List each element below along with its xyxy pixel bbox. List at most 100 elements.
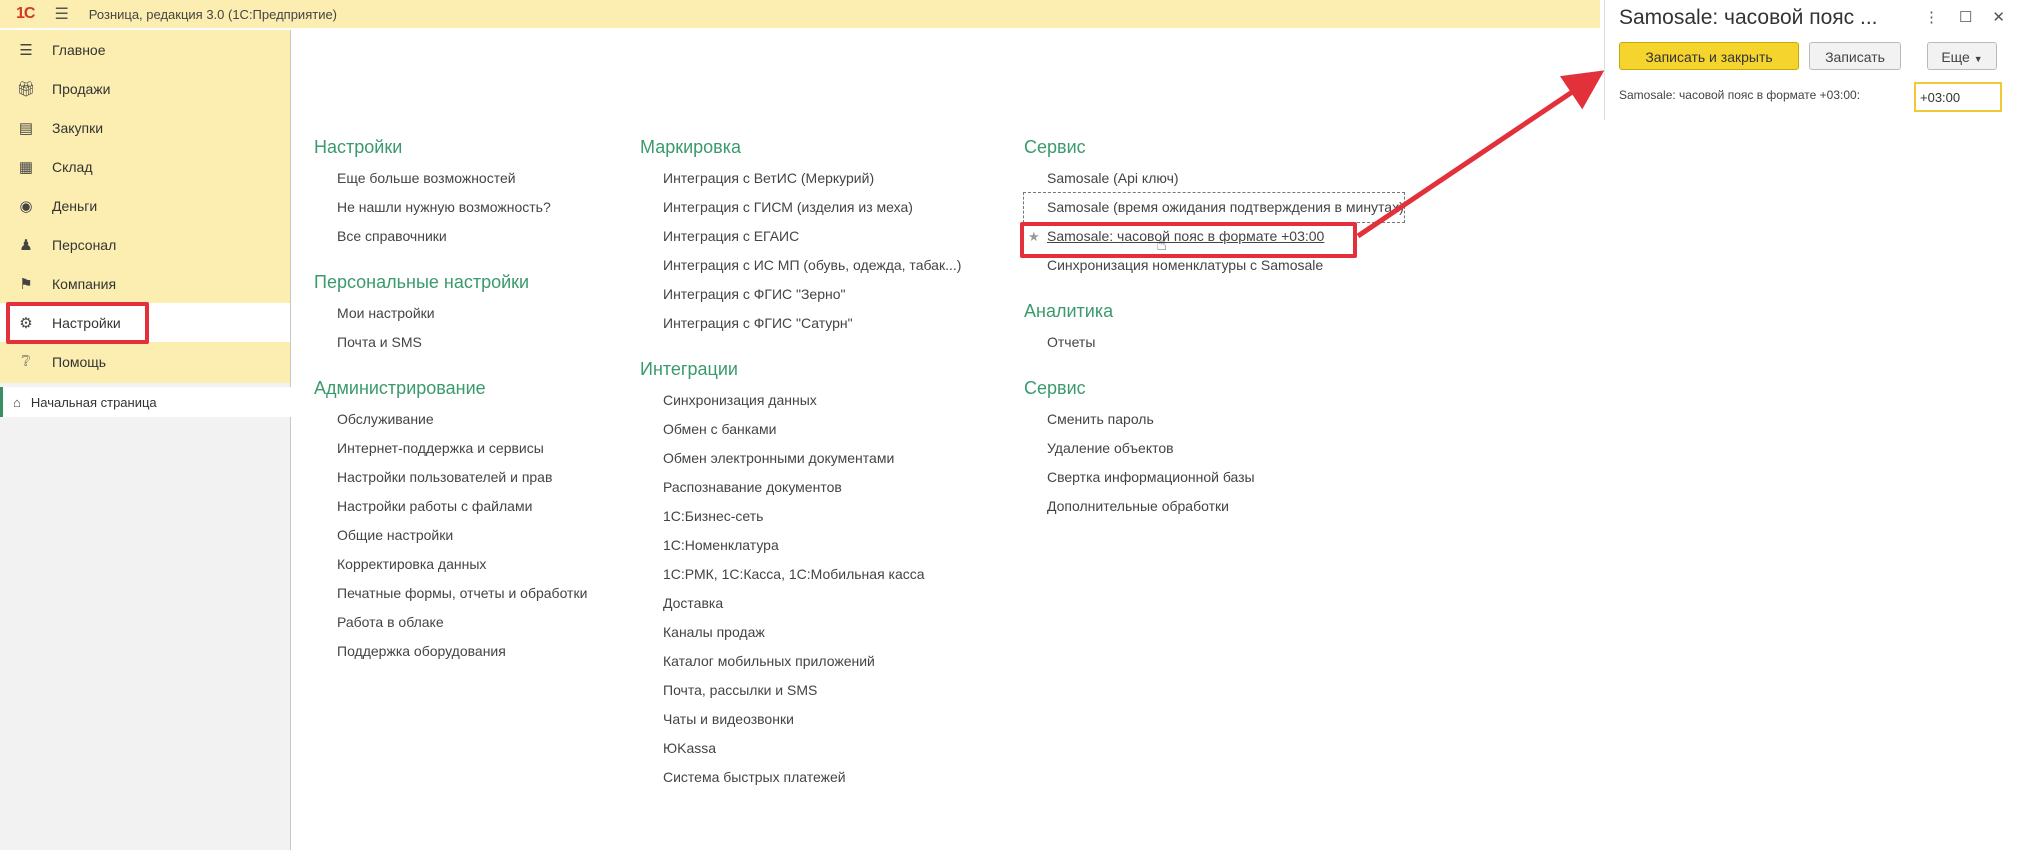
sidebar-item-help[interactable]: ❔︎ Помощь (0, 342, 290, 381)
link[interactable]: Настройки пользователей и прав (314, 463, 587, 492)
link[interactable]: Интеграция с ГИСМ (изделия из меха) (640, 193, 961, 222)
timezone-field-label: Samosale: часовой пояс в формате +03:00: (1619, 88, 1861, 102)
sidebar-item-label: Главное (52, 41, 106, 58)
link[interactable]: 1С:Номенклатура (640, 531, 961, 560)
link[interactable]: Удаление объектов (1024, 434, 1404, 463)
section-title: Сервис (1024, 137, 1086, 157)
section-title: Настройки (314, 137, 403, 157)
save-and-close-button[interactable]: Записать и закрыть (1619, 42, 1799, 70)
highlight-settings (6, 302, 149, 344)
more-vertical-icon[interactable]: ⋮ (1924, 8, 1939, 26)
link[interactable]: Поддержка оборудования (314, 637, 587, 666)
link[interactable]: Печатные формы, отчеты и обработки (314, 579, 587, 608)
app-title: Розница, редакция 3.0 (1С:Предприятие) (88, 6, 338, 22)
link[interactable]: Samosale (время ожидания подтверждения в… (1023, 192, 1405, 223)
sidebar-item-staff[interactable]: ♟ Персонал (0, 225, 290, 264)
sidebar: ☰ Главное 🎁︎ Продажи ▤ Закупки ▦ Склад ◉… (0, 30, 293, 850)
link[interactable]: Мои настройки (314, 299, 587, 328)
link[interactable]: Samosale (Api ключ) (1024, 164, 1404, 193)
link[interactable]: Интеграция с ФГИС "Сатурн" (640, 309, 961, 338)
link[interactable]: ЮKassa (640, 734, 961, 763)
link[interactable]: 1С:РМК, 1С:Касса, 1С:Мобильная касса (640, 560, 961, 589)
title-bar-fill (1000, 0, 1600, 28)
settings-column-3: Сервис Samosale (Api ключ) Samosale (вре… (1023, 130, 1405, 521)
purchases-icon: ▤ (18, 119, 34, 137)
gift-icon: 🎁︎ (16, 80, 36, 98)
link[interactable]: Отчеты (1024, 328, 1404, 357)
sidebar-home-page[interactable]: ⌂ Начальная страница (0, 387, 293, 417)
link[interactable]: Общие настройки (314, 521, 587, 550)
warehouse-icon: ▦ (18, 158, 34, 176)
link[interactable]: Синхронизация данных (640, 386, 961, 415)
more-button-label: Еще (1941, 49, 1970, 65)
highlight-timezone-link (1020, 222, 1357, 258)
link[interactable]: Интеграция с ИС МП (обувь, одежда, табак… (640, 251, 961, 280)
chevron-down-icon: ▼ (1973, 54, 1983, 64)
sidebar-item-company[interactable]: ⚑ Компания (0, 264, 290, 303)
link[interactable]: Обмен с банками (640, 415, 961, 444)
link[interactable]: Интеграция с ФГИС "Зерно" (640, 280, 961, 309)
link[interactable]: Почта и SMS (314, 328, 587, 357)
section-title: Аналитика (1024, 301, 1114, 321)
maximize-icon[interactable]: ☐ (1959, 8, 1972, 26)
cursor-icon: ☝︎ (1156, 234, 1167, 254)
link[interactable]: Интеграция с ЕГАИС (640, 222, 961, 251)
link[interactable]: Чаты и видеозвонки (640, 705, 961, 734)
link[interactable]: Сменить пароль (1024, 405, 1404, 434)
sidebar-item-sales[interactable]: 🎁︎ Продажи (0, 69, 290, 108)
link[interactable]: Интернет-поддержка и сервисы (314, 434, 587, 463)
close-icon[interactable]: ✕ (1992, 8, 2005, 26)
home-icon: ⌂ (13, 394, 21, 410)
link[interactable]: Дополнительные обработки (1024, 492, 1404, 521)
link[interactable]: Еще больше возможностей (314, 164, 587, 193)
sidebar-home-label: Начальная страница (30, 394, 157, 410)
people-icon: ♟ (19, 236, 33, 254)
save-button[interactable]: Записать (1809, 42, 1901, 70)
sidebar-item-main[interactable]: ☰ Главное (0, 30, 290, 69)
section-title: Маркировка (640, 137, 742, 157)
settings-column-1: Настройки Еще больше возможностей Не наш… (314, 130, 587, 666)
link[interactable]: Доставка (640, 589, 961, 618)
menu-icon[interactable]: ☰ (54, 4, 68, 24)
section-title: Персональные настройки (314, 272, 530, 292)
link[interactable]: 1С:Бизнес-сеть (640, 502, 961, 531)
link[interactable]: Работа в облаке (314, 608, 587, 637)
title-bar: 1С ☰ Розница, редакция 3.0 (1С:Предприят… (0, 0, 1000, 28)
help-icon: ❔︎ (21, 353, 31, 370)
link[interactable]: Почта, рассылки и SMS (640, 676, 961, 705)
link[interactable]: Настройки работы с файлами (314, 492, 587, 521)
settings-column-2: Маркировка Интеграция с ВетИС (Меркурий)… (640, 130, 961, 792)
link[interactable]: Корректировка данных (314, 550, 587, 579)
sidebar-item-money[interactable]: ◉ Деньги (0, 186, 290, 225)
sidebar-item-label: Персонал (52, 236, 117, 253)
sidebar-item-label: Деньги (52, 197, 98, 214)
sidebar-item-label: Закупки (52, 119, 104, 136)
section-title: Сервис (1024, 378, 1086, 398)
link[interactable]: Каналы продаж (640, 618, 961, 647)
link[interactable]: Не нашли нужную возможность? (314, 193, 587, 222)
money-icon: ◉ (19, 197, 33, 215)
sidebar-item-warehouse[interactable]: ▦ Склад (0, 147, 290, 186)
menu-icon: ☰ (19, 41, 33, 59)
link[interactable]: Свертка информационной базы (1024, 463, 1404, 492)
form-window-controls: ⋮ ☐ ✕ (1924, 8, 2005, 26)
flag-icon: ⚑ (19, 275, 33, 293)
link[interactable]: Распознавание документов (640, 473, 961, 502)
sidebar-item-label: Компания (52, 275, 117, 292)
sidebar-item-label: Помощь (52, 353, 107, 370)
link[interactable]: Обслуживание (314, 405, 587, 434)
more-button[interactable]: Еще ▼ (1927, 42, 1997, 70)
link[interactable]: Обмен электронными документами (640, 444, 961, 473)
sidebar-item-label: Склад (52, 158, 93, 175)
link[interactable]: Система быстрых платежей (640, 763, 961, 792)
timezone-input[interactable] (1914, 82, 2002, 112)
link[interactable]: Все справочники (314, 222, 587, 251)
section-title: Интеграции (640, 359, 738, 379)
link[interactable]: Интеграция с ВетИС (Меркурий) (640, 164, 961, 193)
form-title: Samosale: часовой пояс ... (1619, 6, 1878, 29)
section-title: Администрирование (314, 378, 486, 398)
sidebar-item-purchases[interactable]: ▤ Закупки (0, 108, 290, 147)
link[interactable]: Каталог мобильных приложений (640, 647, 961, 676)
sidebar-item-label: Продажи (52, 80, 111, 97)
app-logo: 1С (16, 5, 35, 22)
